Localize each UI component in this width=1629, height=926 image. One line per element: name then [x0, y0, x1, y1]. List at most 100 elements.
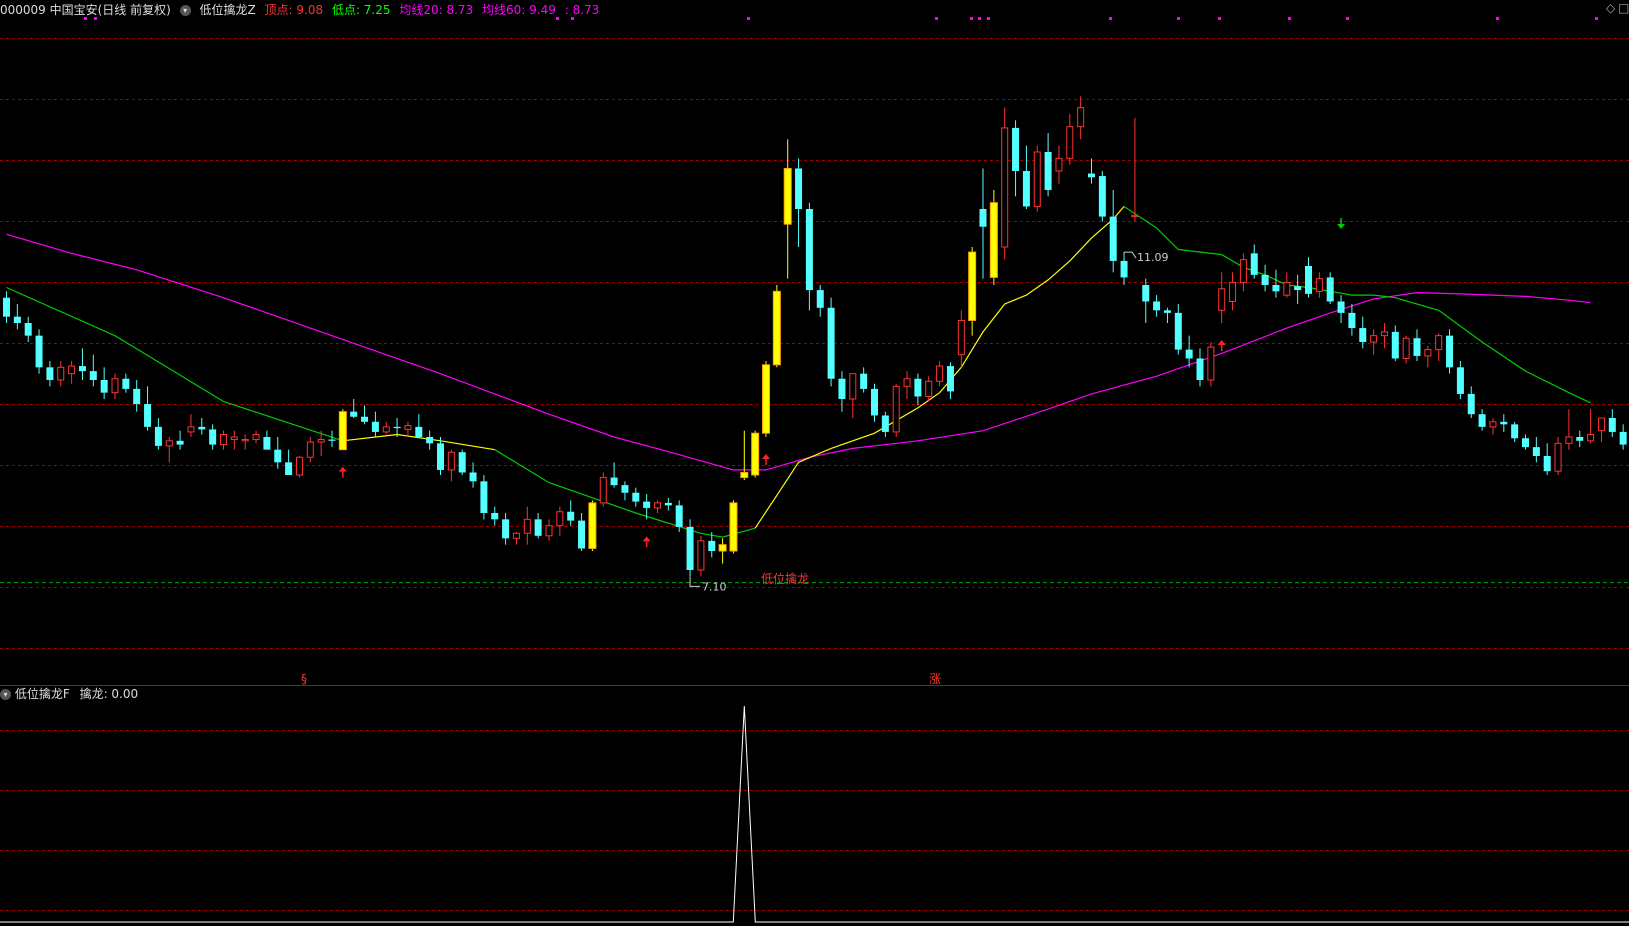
candle [599, 472, 607, 507]
candle-body [914, 378, 922, 397]
candle-body [675, 505, 683, 527]
candle-body [241, 439, 249, 442]
candle-body [1272, 285, 1280, 292]
indicator-gridlines [0, 730, 1629, 911]
candle-body [89, 371, 97, 380]
candle-body [165, 440, 173, 447]
candle [1163, 307, 1171, 323]
square-icon[interactable]: □ [1618, 1, 1629, 15]
candle [1055, 145, 1063, 184]
high-price-pointer [1124, 251, 1137, 259]
candle-body [317, 439, 325, 443]
candle-body [578, 520, 586, 549]
candle [1196, 348, 1204, 387]
candle [371, 411, 379, 437]
candle [68, 361, 76, 384]
ma60-line [6, 233, 1591, 471]
candle [144, 386, 152, 431]
candle [46, 361, 54, 387]
candle-body [24, 323, 32, 336]
candle [534, 513, 542, 539]
candle-body [68, 365, 76, 375]
candle [1294, 274, 1302, 304]
candle-body [458, 452, 466, 473]
candle-body [1250, 253, 1258, 275]
candle-body [1088, 173, 1095, 178]
candle-body [1283, 281, 1291, 296]
candle [1283, 272, 1291, 298]
candle-body [1554, 442, 1562, 472]
candle [480, 475, 488, 520]
signal-dot [1595, 17, 1598, 20]
low-price-pointer [689, 576, 701, 587]
candle [1174, 304, 1182, 355]
candle-body [306, 441, 314, 458]
candle-body [1185, 349, 1193, 359]
candle [1077, 96, 1085, 140]
candle-body [1033, 151, 1041, 207]
candle [1380, 323, 1388, 349]
candle [111, 373, 119, 399]
candlestick-chart[interactable]: 11.09 7.10 低位擒龙 § 涨 [0, 0, 1629, 926]
indicator-name[interactable]: 低位擒龙Z [199, 3, 255, 17]
ma20-path [6, 286, 343, 442]
candle [274, 437, 282, 469]
ma20-path [1123, 205, 1309, 289]
candle [772, 285, 781, 368]
candle [697, 535, 705, 577]
candle-body [78, 366, 86, 372]
candle [805, 202, 813, 311]
candle [393, 418, 401, 437]
candle [165, 437, 173, 463]
candle-body [1608, 418, 1616, 432]
candle-body [1456, 367, 1464, 394]
candle [1500, 414, 1508, 432]
candle-body [1337, 301, 1345, 313]
candle-body [3, 297, 10, 317]
signal-dot [935, 17, 938, 20]
candle-body [1022, 171, 1030, 207]
candle [871, 383, 878, 422]
candle [1391, 325, 1399, 361]
candle [328, 430, 336, 448]
candles [3, 96, 1627, 577]
candle [1511, 421, 1519, 443]
candle-body [1467, 393, 1475, 415]
indicator-settings-icon[interactable]: ▾ [0, 689, 11, 700]
candle-body [1478, 414, 1486, 427]
candle-body [404, 425, 412, 430]
candle [1359, 316, 1367, 349]
candle-body [860, 373, 868, 389]
candle-body [805, 209, 813, 291]
high-price-label: 11.09 [1137, 251, 1169, 264]
signal-dot [747, 17, 750, 20]
signal-candle-body [751, 432, 760, 476]
candle [1554, 437, 1562, 475]
candle-body [1424, 349, 1432, 357]
candle [545, 519, 553, 541]
signal-candle-body [772, 290, 781, 366]
candle [263, 430, 271, 450]
candle [89, 354, 97, 387]
diamond-icon[interactable]: ◇ [1606, 1, 1615, 15]
candle [154, 418, 162, 450]
sub-indicator-name[interactable]: 低位擒龙F [15, 687, 70, 701]
candle-body [512, 532, 520, 539]
stock-title[interactable]: 000009 中国宝安(日线 前复权) [0, 3, 171, 17]
candle [24, 316, 32, 342]
candle-body [437, 443, 444, 470]
candle-body [816, 290, 824, 308]
candle [892, 383, 900, 437]
candle [1522, 434, 1529, 450]
candle [1467, 386, 1475, 418]
settings-icon[interactable]: ▾ [179, 5, 191, 16]
candle [415, 414, 423, 437]
signal-candle-body [968, 251, 977, 321]
candle-body [1142, 285, 1150, 302]
signal-dot [1288, 17, 1291, 20]
candle-body [946, 366, 954, 392]
candle [1131, 117, 1139, 222]
candle-body [1196, 358, 1204, 380]
candle [1239, 253, 1247, 292]
candle-body [610, 477, 618, 486]
